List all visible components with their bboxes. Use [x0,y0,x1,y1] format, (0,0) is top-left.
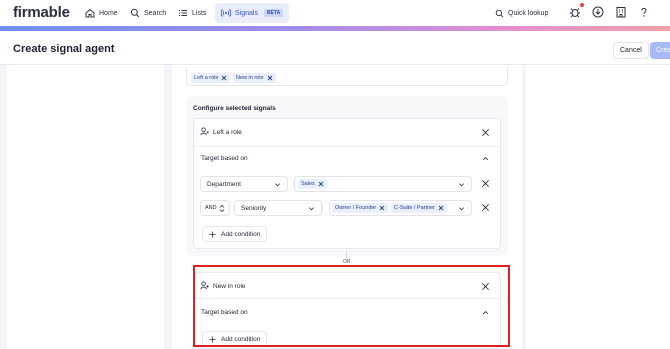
list-icon [179,10,187,16]
download-icon[interactable] [592,6,604,18]
add-condition-button[interactable]: Add condition [202,226,268,242]
nav-home[interactable]: Home [85,3,118,23]
department-field-select[interactable]: Department [200,176,288,192]
sort-icon [219,204,225,213]
value-chip: C-Suite / Partner [391,203,447,213]
page-header: Create signal agent Cancel Crea [0,31,670,65]
close-icon[interactable] [267,75,273,81]
quick-lookup-label: Quick lookup [508,9,549,17]
right-panel [526,65,670,349]
operator-label: AND [205,205,217,211]
plus-icon [209,230,216,238]
value-chip-label: Owner / Founder [335,205,377,211]
seniority-field-select[interactable]: Seniority [234,200,322,216]
search-icon [130,8,140,18]
quick-lookup-button[interactable]: Quick lookup [495,3,548,23]
nav-search[interactable]: Search [130,3,166,23]
or-connector-line [346,250,347,258]
target-based-on-label: Target based on [201,155,248,162]
field-label: Department [207,180,241,188]
close-icon[interactable] [221,75,227,81]
highlight-box [193,265,510,347]
help-icon[interactable] [638,6,650,18]
nav-signals[interactable]: Signals BETA [215,3,290,23]
chevron-down-icon [459,183,464,187]
value-chip-label: Sales [301,181,315,187]
chip-label: Left a role [194,75,219,81]
signals-icon [221,9,231,17]
chevron-down-icon [309,207,314,211]
add-condition-label: Add condition [221,230,261,238]
user-icon [200,127,209,136]
home-icon [85,8,95,18]
nav-signals-label: Signals [235,9,258,17]
cancel-button[interactable]: Cancel [613,42,649,59]
bug-icon[interactable] [569,6,581,18]
value-chip: Owner / Founder [332,203,389,213]
remove-condition-icon[interactable] [481,179,490,188]
firmable-logo[interactable]: firmable [13,4,70,21]
close-icon[interactable] [379,205,385,211]
close-icon[interactable] [438,205,444,211]
selected-signal-chip: Left a role [191,73,231,83]
building-icon[interactable] [615,6,627,18]
operator-select[interactable]: AND [200,200,230,216]
nav-search-label: Search [144,9,167,17]
nav-home-label: Home [99,9,118,17]
selected-signal-chip: New in role [233,73,276,83]
close-icon[interactable] [318,181,324,187]
notification-dot [580,3,584,7]
top-navigation-bar: firmable Home Search Lists Signals BETA … [0,0,670,26]
remove-condition-icon[interactable] [481,203,490,212]
close-icon[interactable] [481,128,490,137]
value-chip-label: C-Suite / Partner [394,205,435,211]
divider [194,146,500,147]
search-icon [495,9,504,17]
left-panel [7,65,164,349]
create-button[interactable]: Crea [650,42,670,59]
chip-label: New in role [236,75,264,81]
nav-lists-label: Lists [192,9,207,17]
chevron-down-icon [459,207,464,211]
beta-badge: BETA [263,9,284,17]
chevron-down-icon [275,183,280,187]
section-title: Configure selected signals [193,105,276,112]
field-label: Seniority [241,204,267,212]
value-chip: Sales [298,179,327,189]
chevron-up-icon[interactable] [481,154,490,163]
page-title: Create signal agent [13,43,115,55]
nav-lists[interactable]: Lists [178,3,206,23]
signal-name: Left a role [213,129,242,136]
